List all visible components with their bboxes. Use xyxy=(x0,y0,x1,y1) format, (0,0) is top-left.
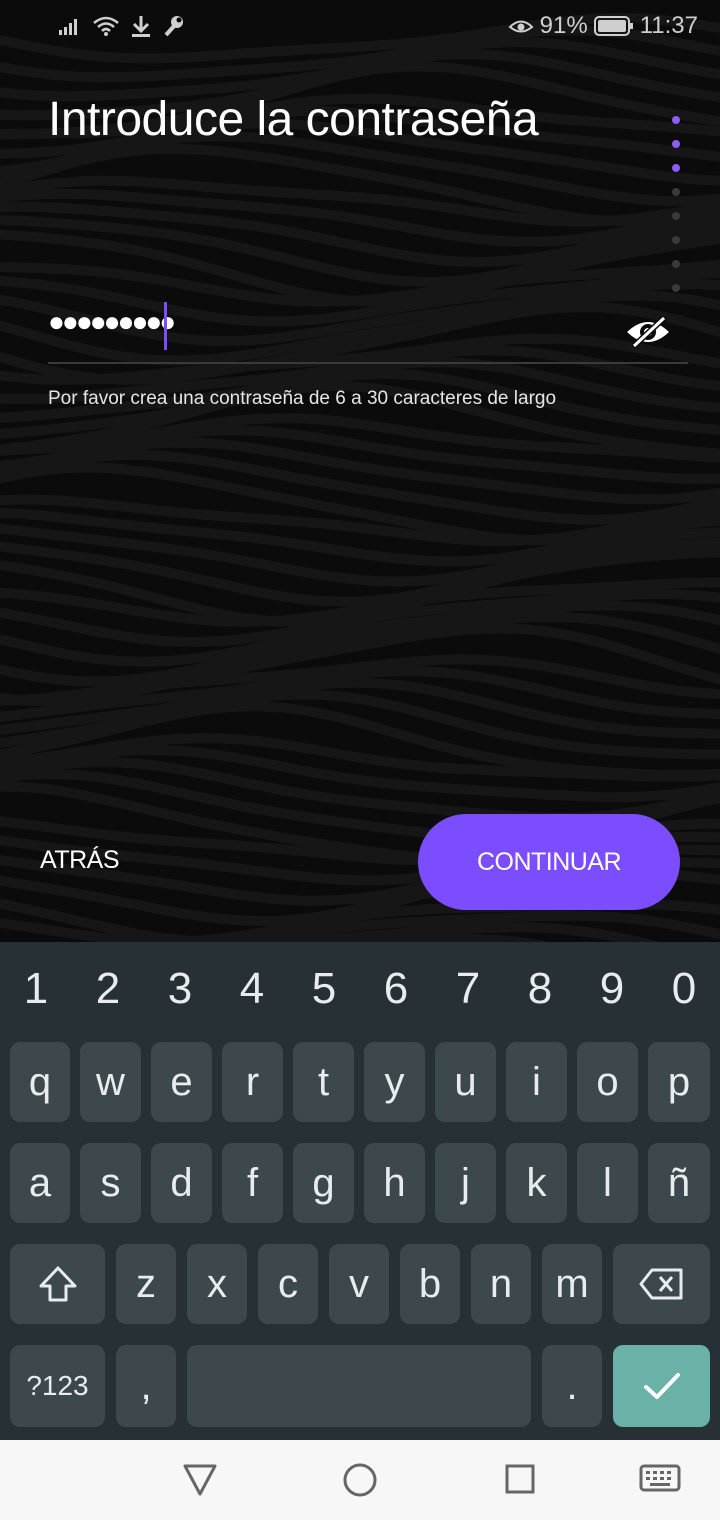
step-dot xyxy=(672,140,680,148)
backspace-icon xyxy=(639,1268,682,1300)
checkmark-icon xyxy=(643,1373,680,1399)
step-dot xyxy=(672,188,680,196)
text-cursor xyxy=(164,302,167,350)
status-time: 11:37 xyxy=(639,12,698,39)
key-s[interactable]: s xyxy=(80,1143,141,1223)
key-p[interactable]: p xyxy=(648,1042,710,1122)
system-nav-bar xyxy=(0,1440,720,1520)
key-i[interactable]: i xyxy=(506,1042,567,1122)
key-y[interactable]: y xyxy=(364,1042,425,1122)
key-7[interactable]: 7 xyxy=(432,952,504,1026)
key-b[interactable]: b xyxy=(400,1244,460,1324)
home-nav-icon[interactable] xyxy=(342,1460,378,1500)
keyboard-switch-icon[interactable] xyxy=(638,1460,682,1500)
key-h[interactable]: h xyxy=(364,1143,425,1223)
key-w[interactable]: w xyxy=(80,1042,141,1122)
step-progress-indicator xyxy=(672,116,682,292)
key-t[interactable]: t xyxy=(293,1042,354,1122)
download-icon xyxy=(132,16,150,37)
back-nav-icon[interactable] xyxy=(182,1460,218,1500)
step-dot xyxy=(672,260,680,268)
key-j[interactable]: j xyxy=(435,1143,496,1223)
comma-key[interactable]: , xyxy=(116,1345,176,1427)
key-3[interactable]: 3 xyxy=(144,952,216,1026)
step-dot xyxy=(672,164,680,172)
key-0[interactable]: 0 xyxy=(648,952,720,1026)
space-key[interactable] xyxy=(187,1345,531,1427)
back-button[interactable]: ATRÁS xyxy=(40,846,120,875)
recents-nav-icon[interactable] xyxy=(503,1460,537,1500)
key-g[interactable]: g xyxy=(293,1143,354,1223)
step-dot xyxy=(672,284,680,292)
eye-comfort-icon xyxy=(508,20,534,33)
key-a[interactable]: a xyxy=(10,1143,70,1223)
wrench-icon xyxy=(164,16,183,37)
key-f[interactable]: f xyxy=(222,1143,283,1223)
hide-password-icon[interactable] xyxy=(624,314,672,350)
key-x[interactable]: x xyxy=(187,1244,247,1324)
key-n-tilde[interactable]: ñ xyxy=(648,1143,710,1223)
symbols-key[interactable]: ?123 xyxy=(10,1345,105,1427)
number-row: 1 2 3 4 5 6 7 8 9 0 xyxy=(0,952,720,1026)
key-l[interactable]: l xyxy=(577,1143,638,1223)
backspace-key[interactable] xyxy=(613,1244,710,1324)
key-4[interactable]: 4 xyxy=(216,952,288,1026)
key-5[interactable]: 5 xyxy=(288,952,360,1026)
step-dot xyxy=(672,116,680,124)
password-value: ●●●●●●●●● xyxy=(48,306,176,337)
key-9[interactable]: 9 xyxy=(576,952,648,1026)
key-8[interactable]: 8 xyxy=(504,952,576,1026)
done-key[interactable] xyxy=(613,1345,710,1427)
shift-key[interactable] xyxy=(10,1244,105,1324)
continue-button[interactable]: CONTINUAR xyxy=(418,814,680,910)
signal-icon xyxy=(59,19,77,35)
key-2[interactable]: 2 xyxy=(72,952,144,1026)
key-u[interactable]: u xyxy=(435,1042,496,1122)
key-r[interactable]: r xyxy=(222,1042,283,1122)
key-q[interactable]: q xyxy=(10,1042,70,1122)
page-title: Introduce la contraseña xyxy=(48,93,539,146)
step-dot xyxy=(672,212,680,220)
key-o[interactable]: o xyxy=(577,1042,638,1122)
step-dot xyxy=(672,236,680,244)
shift-icon xyxy=(39,1266,76,1302)
key-z[interactable]: z xyxy=(116,1244,176,1324)
key-v[interactable]: v xyxy=(329,1244,389,1324)
key-c[interactable]: c xyxy=(258,1244,318,1324)
password-hint: Por favor crea una contraseña de 6 a 30 … xyxy=(48,388,557,409)
app-screen: 91% 11:37 Introduce la contraseña ●●●●●●… xyxy=(0,0,720,942)
key-n[interactable]: n xyxy=(471,1244,531,1324)
key-m[interactable]: m xyxy=(542,1244,602,1324)
password-field[interactable]: ●●●●●●●●● xyxy=(48,296,688,364)
wifi-icon xyxy=(93,16,119,36)
period-key[interactable]: . xyxy=(542,1345,602,1427)
keyboard: 1 2 3 4 5 6 7 8 9 0 q w e r t y u i o p … xyxy=(0,942,720,1440)
key-k[interactable]: k xyxy=(506,1143,567,1223)
battery-percent: 91% xyxy=(539,12,588,39)
key-d[interactable]: d xyxy=(151,1143,212,1223)
battery-icon xyxy=(593,16,633,36)
key-6[interactable]: 6 xyxy=(360,952,432,1026)
status-bar: 91% 11:37 xyxy=(0,0,720,56)
key-e[interactable]: e xyxy=(151,1042,212,1122)
key-1[interactable]: 1 xyxy=(0,952,72,1026)
